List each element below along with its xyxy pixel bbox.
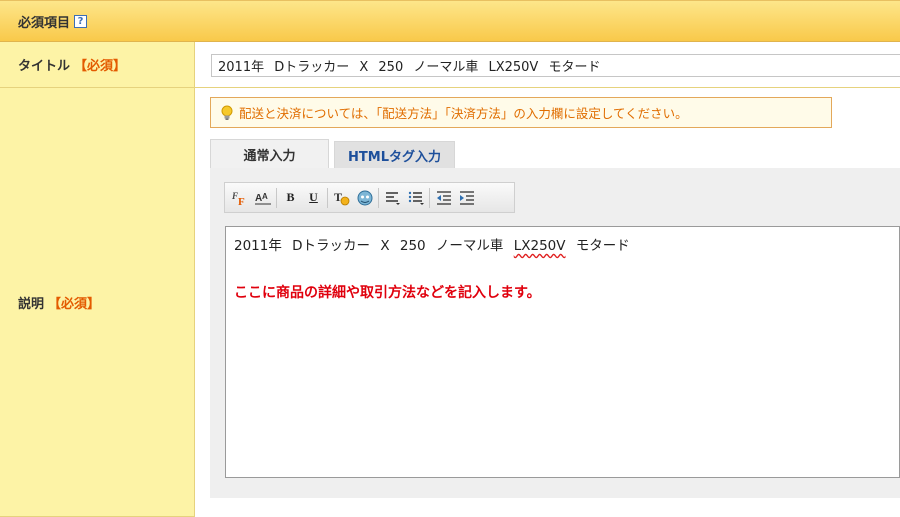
lightbulb-icon <box>221 105 233 120</box>
help-icon[interactable]: ? <box>74 14 88 28</box>
face-icon <box>357 190 372 205</box>
svg-text:F: F <box>238 196 245 206</box>
outdent-button[interactable] <box>432 186 455 209</box>
editor-text-prefix: 2011年 Dトラッカー X 250 ノーマル車 <box>234 238 504 254</box>
description-label-cell: 説明 【必須】 <box>0 88 195 517</box>
underline-button[interactable]: U <box>302 186 325 209</box>
toolbar-separator <box>327 187 328 208</box>
title-label: タイトル <box>18 59 71 74</box>
description-value-cell: 配送と決済については、「配送方法」「決済方法」の入力欄に設定してください。 通常… <box>195 88 900 517</box>
toolbar-separator <box>378 187 379 208</box>
font-size-icon: A A <box>254 192 271 204</box>
shipping-notice: 配送と決済については、「配送方法」「決済方法」の入力欄に設定してください。 <box>210 97 832 128</box>
editor-text-line: 2011年 Dトラッカー X 250 ノーマル車 LX250V モタード <box>234 234 891 254</box>
bullet-list-icon <box>408 191 424 205</box>
editor-text-suffix: モタード <box>575 238 630 254</box>
description-editor[interactable]: 2011年 Dトラッカー X 250 ノーマル車 LX250V モタード ここに… <box>225 226 900 478</box>
indent-button[interactable] <box>455 186 478 209</box>
svg-text:A: A <box>262 192 268 201</box>
editor-area: F F A A B U T 2011年 Dトラッカー X 250 ノーマル車 L… <box>210 168 900 498</box>
toolbar-separator <box>276 187 277 208</box>
required-badge: 【必須】 <box>74 59 127 74</box>
bold-button[interactable]: B <box>279 186 302 209</box>
svg-text:F: F <box>231 191 238 201</box>
tab-html-input[interactable]: HTMLタグ入力 <box>334 141 455 168</box>
outdent-icon <box>436 190 451 205</box>
required-badge: 【必須】 <box>48 296 101 312</box>
editor-model-text: LX250V <box>513 238 566 254</box>
font-icon: F F <box>231 191 245 206</box>
align-left-icon <box>385 191 400 205</box>
text-color-icon: T <box>334 190 349 205</box>
text-color-button[interactable]: T <box>330 186 353 209</box>
font-family-button[interactable]: F F <box>228 186 251 209</box>
title-input[interactable] <box>211 54 900 77</box>
section-title: 必須項目 <box>18 15 71 31</box>
indent-icon <box>459 190 474 205</box>
editor-toolbar: F F A A B U T <box>224 182 515 213</box>
section-header: 必須項目 ? <box>0 0 900 42</box>
tab-normal-input[interactable]: 通常入力 <box>210 139 329 169</box>
list-button[interactable] <box>404 186 427 209</box>
align-button[interactable] <box>381 186 404 209</box>
description-label: 説明 <box>18 296 45 312</box>
title-label-cell: タイトル 【必須】 <box>0 42 195 88</box>
notice-text: 配送と決済については、「配送方法」「決済方法」の入力欄に設定してください。 <box>239 106 688 121</box>
toolbar-separator <box>429 187 430 208</box>
editor-placeholder-text: ここに商品の詳細や取引方法などを記入します。 <box>234 285 541 301</box>
font-size-button[interactable]: A A <box>251 186 274 209</box>
emoji-button[interactable] <box>353 186 376 209</box>
title-value-cell <box>195 42 900 88</box>
